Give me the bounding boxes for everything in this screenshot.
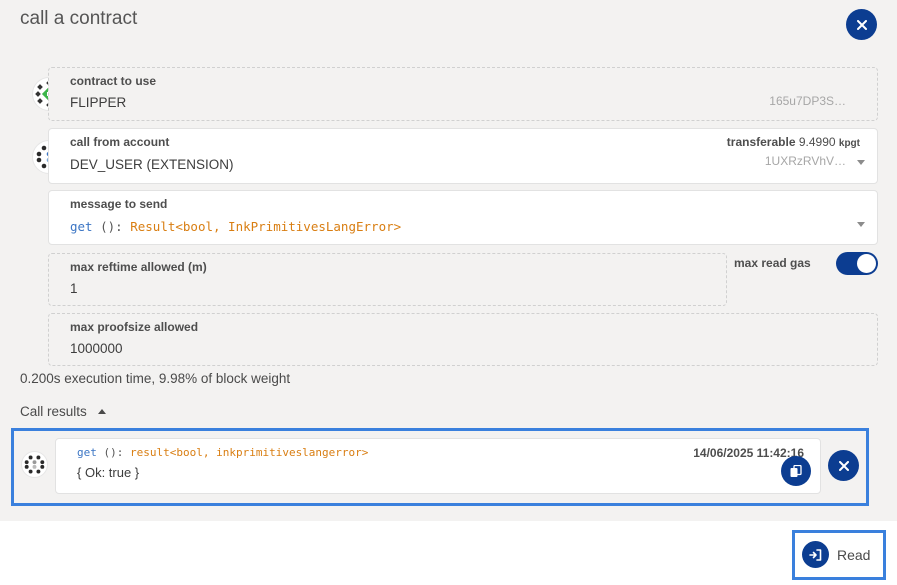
result-return-type: result<bool, inkprimitiveslangerror> bbox=[130, 446, 369, 459]
reftime-value: 1 bbox=[70, 281, 78, 296]
account-selector[interactable]: call from account DEV_USER (EXTENSION) t… bbox=[48, 128, 878, 184]
message-value: get (): Result<bool, InkPrimitivesLangEr… bbox=[70, 219, 401, 234]
read-button[interactable]: Read bbox=[798, 537, 878, 572]
copy-result-button[interactable] bbox=[781, 456, 811, 486]
message-method: get bbox=[70, 219, 93, 234]
account-address: 1UXRzRVhV… bbox=[764, 154, 846, 168]
message-label: message to send bbox=[70, 197, 168, 211]
contract-label: contract to use bbox=[70, 74, 157, 88]
message-selector[interactable]: message to send get (): Result<bool, Ink… bbox=[48, 190, 878, 245]
proofsize-input[interactable]: max proofsize allowed 1000000 bbox=[48, 313, 878, 366]
reftime-input[interactable]: max reftime allowed (m) 1 bbox=[48, 253, 727, 306]
proofsize-value: 1000000 bbox=[70, 341, 123, 356]
call-contract-modal: call a contract contract to use FLIPPER … bbox=[0, 0, 897, 521]
message-signature: (): bbox=[92, 219, 131, 234]
result-method: get bbox=[77, 446, 97, 459]
call-results-header: Call results bbox=[20, 404, 87, 419]
contract-address: 165u7DP3S… bbox=[769, 94, 846, 108]
account-label: call from account bbox=[70, 135, 170, 149]
balance-value: 9.4990 bbox=[798, 135, 836, 149]
account-chevron-down-icon bbox=[857, 160, 865, 165]
sign-in-icon bbox=[802, 541, 829, 568]
read-button-label: Read bbox=[837, 546, 871, 563]
remove-result-button[interactable] bbox=[828, 450, 859, 481]
result-card: get (): result<bool, inkprimitiveslanger… bbox=[55, 438, 821, 494]
close-icon bbox=[856, 19, 867, 30]
proofsize-label: max proofsize allowed bbox=[70, 320, 199, 334]
chevron-up-icon bbox=[97, 409, 106, 414]
read-gas-label: max read gas bbox=[734, 256, 811, 270]
result-identicon bbox=[21, 451, 48, 478]
result-output: { Ok: true } bbox=[77, 465, 140, 480]
toggle-knob bbox=[857, 254, 876, 273]
result-identicon-icon bbox=[24, 455, 45, 474]
read-gas-toggle[interactable] bbox=[836, 252, 878, 275]
execution-info: 0.200s execution time, 9.98% of block we… bbox=[20, 371, 291, 386]
call-results-toggle[interactable]: Call results bbox=[20, 404, 106, 419]
call-results-list: get (): result<bool, inkprimitiveslanger… bbox=[11, 428, 869, 506]
reftime-label: max reftime allowed (m) bbox=[70, 260, 207, 274]
contract-name: FLIPPER bbox=[70, 95, 127, 110]
close-icon bbox=[838, 460, 849, 471]
close-modal-button[interactable] bbox=[846, 9, 877, 40]
read-button-highlight: Read bbox=[792, 530, 886, 580]
account-name: DEV_USER (EXTENSION) bbox=[70, 157, 234, 172]
transferable-label: transferable bbox=[726, 135, 796, 149]
result-signature: (): bbox=[96, 446, 130, 459]
message-chevron-down-icon bbox=[857, 222, 865, 227]
contract-selector: contract to use FLIPPER 165u7DP3S… bbox=[48, 67, 878, 121]
account-balance: transferable 9.4990 kpgt bbox=[727, 135, 860, 149]
result-message: get (): result<bool, inkprimitiveslanger… bbox=[77, 446, 368, 459]
message-return-type: Result<bool, InkPrimitivesLangError> bbox=[130, 219, 402, 234]
balance-unit: kpgt bbox=[838, 138, 860, 149]
modal-title: call a contract bbox=[20, 8, 138, 29]
copy-icon bbox=[790, 464, 802, 477]
